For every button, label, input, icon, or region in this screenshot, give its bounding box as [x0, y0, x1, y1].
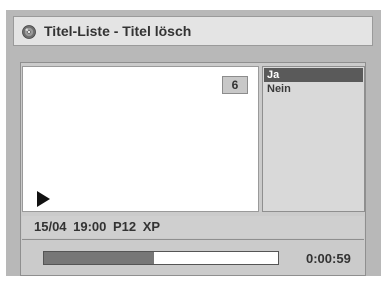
title-preview: 6 — [22, 66, 259, 212]
elapsed-time: 0:00:59 — [306, 251, 351, 266]
content-panel: 6 Ja Nein 15/04 19:00 P12 XP 0:00:59 — [20, 62, 366, 276]
divider — [22, 239, 364, 240]
page-title: Titel-Liste - Titel lösch — [44, 23, 192, 39]
menu-item-yes[interactable]: Ja — [264, 68, 363, 82]
progress-bar — [43, 251, 279, 265]
dialog-frame: Titel-Liste - Titel lösch 6 Ja Nein 15/0… — [6, 10, 381, 276]
play-icon — [37, 191, 50, 207]
menu-item-no[interactable]: Nein — [264, 82, 363, 96]
progress-fill — [44, 252, 154, 264]
title-info-text: 15/04 19:00 P12 XP — [34, 219, 161, 234]
title-number-badge: 6 — [222, 76, 248, 94]
title-bar: Titel-Liste - Titel lösch — [13, 16, 373, 46]
confirm-menu: Ja Nein — [262, 66, 365, 212]
title-info-row: 15/04 19:00 P12 XP — [22, 216, 364, 238]
disc-icon — [22, 25, 36, 39]
